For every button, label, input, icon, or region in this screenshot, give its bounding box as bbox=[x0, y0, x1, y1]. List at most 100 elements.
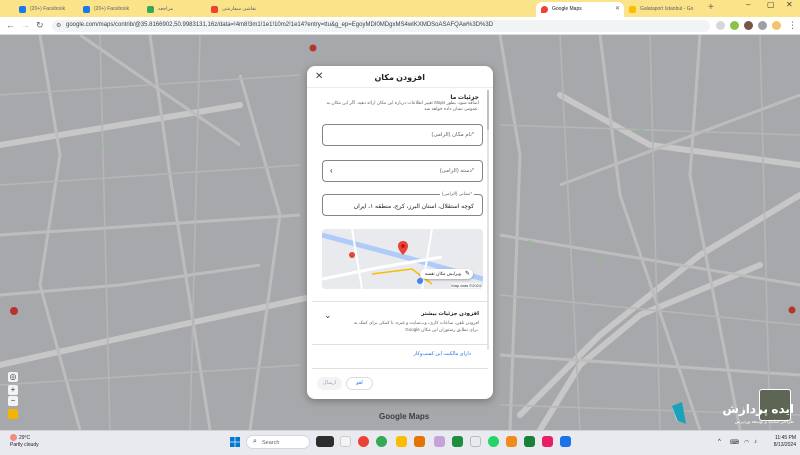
weather-widget[interactable]: 29°C Partly cloudy bbox=[10, 434, 39, 449]
tab-google-maps[interactable]: Google Maps ✕ bbox=[536, 2, 624, 17]
dialog-title: افزودن مکان bbox=[374, 73, 425, 82]
divider bbox=[312, 301, 488, 302]
tab-facebook-1[interactable]: (20+) Facebook bbox=[14, 2, 76, 17]
location-pin-icon[interactable] bbox=[398, 241, 408, 255]
tab-label: Galataport Istanbul - Go bbox=[640, 6, 694, 12]
search-placeholder: Search bbox=[262, 440, 280, 446]
task-manager-icon[interactable] bbox=[340, 436, 351, 447]
preview-map-roads bbox=[322, 229, 483, 289]
avatar[interactable] bbox=[772, 21, 781, 30]
details-section-description: تغییر اطلاعات درباره این مکان ارائه دهید… bbox=[326, 100, 479, 111]
tab-label: نقاشی سفارشی bbox=[222, 6, 257, 12]
clock-date: 8/13/2024 bbox=[773, 442, 796, 448]
edit-map-label: ویرایش مکان نقشه bbox=[424, 271, 461, 276]
submit-button[interactable]: ارسال bbox=[317, 377, 342, 390]
pencil-icon: ✎ bbox=[464, 271, 470, 277]
divider bbox=[312, 368, 488, 369]
volume-icon[interactable]: ♪ bbox=[754, 439, 757, 445]
tab-painting[interactable]: نقاشی سفارشی bbox=[206, 2, 268, 17]
shield-icon[interactable] bbox=[452, 436, 463, 447]
edit-map-location-button[interactable]: ویرایش مکان نقشه ✎ bbox=[419, 269, 473, 279]
back-arrow-icon[interactable]: ← bbox=[6, 20, 15, 30]
reload-icon[interactable]: ↻ bbox=[36, 20, 44, 31]
chevron-down-icon[interactable]: ⌄ bbox=[324, 310, 332, 321]
taskbar-search[interactable]: ⌕ Search bbox=[246, 435, 310, 449]
tab-facebook-2[interactable]: (20+) Facebook bbox=[78, 2, 140, 17]
dialog-scrollbar[interactable] bbox=[487, 90, 489, 350]
add-place-dialog: ✕ افزودن مکان جزئیات ما تغییر اطلاعات در… bbox=[307, 66, 493, 399]
wifi-icon[interactable]: ◠ bbox=[744, 439, 749, 446]
app-icon[interactable] bbox=[434, 436, 445, 447]
extension-icon[interactable] bbox=[744, 21, 753, 30]
close-window-icon[interactable]: ✕ bbox=[786, 0, 793, 9]
tab-review[interactable]: مراجعه bbox=[142, 2, 204, 17]
bookmark-star-icon[interactable] bbox=[716, 21, 725, 30]
place-name-placeholder: نام مکان (الزامی)* bbox=[431, 132, 474, 138]
vlc-icon[interactable] bbox=[506, 436, 517, 447]
extension-icon[interactable] bbox=[730, 21, 739, 30]
google-maps-logo: Google Maps bbox=[379, 412, 430, 421]
weather-icon bbox=[10, 434, 17, 441]
app-icon[interactable] bbox=[358, 436, 369, 447]
tab-label: Google Maps bbox=[552, 6, 582, 12]
maps-pin-icon bbox=[541, 6, 548, 13]
category-field[interactable]: ‹ دسته (الزامی)* bbox=[322, 160, 483, 182]
weather-description: Partly cloudy bbox=[10, 441, 39, 448]
tab-galataport[interactable]: Galataport Istanbul - Go bbox=[624, 2, 706, 17]
app-icon[interactable] bbox=[542, 436, 553, 447]
app-icon[interactable] bbox=[560, 436, 571, 447]
facebook-icon bbox=[19, 6, 26, 13]
address-value[interactable]: کوچه استقلال، استان البرز، کرج، منطقه ۱،… bbox=[354, 203, 474, 210]
page-icon bbox=[147, 6, 154, 13]
address-field[interactable]: نشانی (الزامی)* کوچه استقلال، استان البر… bbox=[322, 191, 483, 216]
whatsapp-icon[interactable] bbox=[488, 436, 499, 447]
task-view-icon[interactable] bbox=[316, 436, 334, 447]
tab-label: مراجعه bbox=[158, 6, 174, 12]
dialog-header: ✕ افزودن مکان bbox=[307, 66, 493, 88]
menu-kebab-icon[interactable]: ⋮ bbox=[788, 20, 797, 31]
more-details-description: افزودن تلفن، ساعات کاری، وب‌سایت و غیره،… bbox=[353, 320, 479, 332]
weather-temp: 29°C bbox=[19, 434, 31, 441]
system-clock[interactable]: 11:45 PM 8/13/2024 bbox=[766, 435, 796, 449]
pegman-icon[interactable] bbox=[8, 409, 18, 419]
url-text[interactable]: google.com/maps/contrib/@35.8166902,50.9… bbox=[66, 22, 493, 28]
chrome-icon[interactable] bbox=[376, 436, 387, 447]
more-details-title[interactable]: افزودن جزئیات بیشتر bbox=[421, 311, 479, 317]
browser-toolbar: ← → ↻ ⚙ google.com/maps/contrib/@35.8166… bbox=[0, 17, 800, 35]
app-icon[interactable] bbox=[414, 436, 425, 447]
app-icon[interactable] bbox=[524, 436, 535, 447]
watermark-title: ایده پردازش bbox=[722, 402, 794, 416]
zoom-out-button[interactable]: − bbox=[8, 396, 18, 406]
divider bbox=[312, 344, 488, 345]
clock-time: 11:45 PM bbox=[774, 435, 796, 441]
close-icon[interactable]: ✕ bbox=[315, 71, 323, 82]
facebook-icon bbox=[83, 6, 90, 13]
site-info-icon[interactable]: ⚙ bbox=[56, 22, 61, 29]
forward-arrow-icon[interactable]: → bbox=[21, 20, 30, 30]
own-business-link[interactable]: دارای مالکیت این کسب‌وکار bbox=[414, 351, 471, 357]
windows-start-icon[interactable] bbox=[230, 437, 240, 447]
address-bar[interactable]: ⚙ google.com/maps/contrib/@35.8166902,50… bbox=[52, 20, 710, 32]
location-preview-map[interactable]: ویرایش مکان نقشه ✎ Map data ©2024 bbox=[322, 229, 483, 289]
category-placeholder: دسته (الزامی)* bbox=[439, 168, 474, 174]
windows-taskbar: 29°C Partly cloudy ⌕ Search ^ ⌨ ◠ ♪ 11:4… bbox=[0, 430, 800, 455]
map-attribution: Map data ©2024 bbox=[451, 283, 481, 288]
maximize-icon[interactable]: ▢ bbox=[767, 0, 775, 9]
close-icon[interactable]: ✕ bbox=[615, 5, 620, 12]
cancel-button[interactable]: لغو bbox=[346, 377, 373, 390]
tab-label: (20+) Facebook bbox=[94, 6, 130, 12]
search-icon: ⌕ bbox=[253, 438, 257, 445]
new-tab-plus-icon[interactable]: + bbox=[708, 2, 714, 13]
tab-label: (20+) Facebook bbox=[30, 6, 66, 12]
extensions-puzzle-icon[interactable] bbox=[758, 21, 767, 30]
keyboard-language-icon[interactable]: ⌨ bbox=[730, 439, 739, 446]
zoom-in-button[interactable]: + bbox=[8, 385, 18, 395]
place-name-field[interactable]: نام مکان (الزامی)* bbox=[322, 124, 483, 146]
chevron-left-icon: ‹ bbox=[330, 166, 333, 175]
minimize-icon[interactable]: – bbox=[746, 0, 750, 9]
chevron-up-icon[interactable]: ^ bbox=[718, 439, 721, 445]
watermark: ایده پردازش طراحی سایت و توسعه وردپرس bbox=[672, 400, 794, 430]
app-icon[interactable] bbox=[470, 436, 481, 447]
file-explorer-icon[interactable] bbox=[396, 436, 407, 447]
my-location-icon[interactable]: ◎ bbox=[8, 372, 18, 382]
